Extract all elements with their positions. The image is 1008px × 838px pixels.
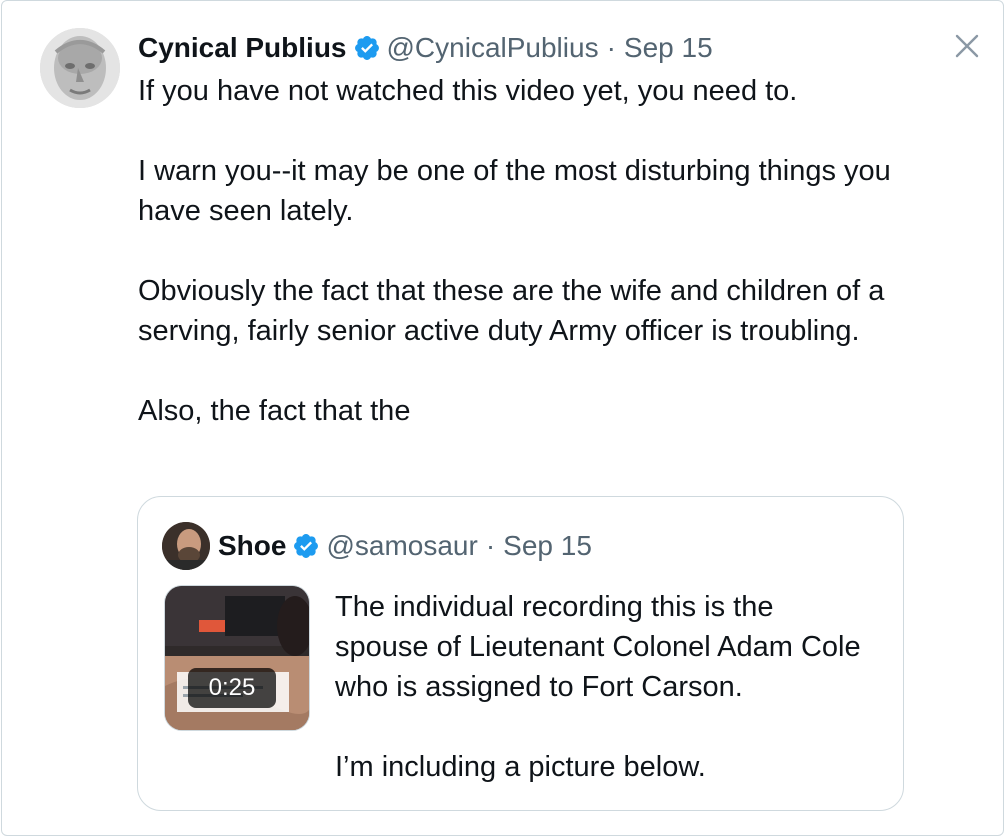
separator-dot: · [485, 530, 496, 561]
quoted-paragraph: I’m including a picture below. [335, 751, 706, 783]
profile-photo-image [162, 522, 210, 570]
quoted-display-name[interactable]: Shoe [218, 526, 286, 566]
quoted-tweet-header: Shoe @samosaur · Sep 15 [218, 526, 592, 566]
close-icon[interactable] [950, 29, 984, 63]
verified-badge-icon [353, 34, 381, 62]
bust-portrait-image [40, 28, 120, 108]
quoted-handle[interactable]: @samosaur [326, 526, 477, 566]
tweet-paragraph: I warn you--it may be one of the most di… [138, 155, 891, 227]
quoted-paragraph: The individual recording this is the spo… [335, 591, 861, 703]
tweet-date[interactable]: Sep 15 [624, 28, 713, 68]
video-duration: 0:25 [188, 668, 276, 708]
tweet-paragraph: If you have not watched this video yet, … [138, 75, 798, 107]
separator-dot: · [606, 32, 616, 63]
display-name[interactable]: Cynical Publius [138, 28, 347, 68]
quoted-tweet-text: The individual recording this is the spo… [335, 587, 875, 787]
tweet-card: Cynical Publius @CynicalPublius · Sep 15… [1, 0, 1004, 836]
video-still-image [165, 586, 309, 730]
video-thumbnail[interactable]: 0:25 [164, 585, 310, 731]
verified-badge-icon [292, 532, 320, 560]
handle[interactable]: @CynicalPublius [387, 28, 599, 68]
tweet-paragraph: Also, the fact that the [138, 395, 411, 427]
quoted-avatar[interactable] [162, 522, 210, 570]
avatar[interactable] [40, 28, 120, 108]
quoted-tweet-date[interactable]: Sep 15 [503, 526, 592, 566]
tweet-text: If you have not watched this video yet, … [138, 71, 918, 431]
tweet-header: Cynical Publius @CynicalPublius · Sep 15 [138, 28, 713, 68]
tweet-paragraph: Obviously the fact that these are the wi… [138, 275, 885, 347]
quoted-tweet[interactable]: Shoe @samosaur · Sep 15 0:25 The individ… [137, 496, 904, 811]
